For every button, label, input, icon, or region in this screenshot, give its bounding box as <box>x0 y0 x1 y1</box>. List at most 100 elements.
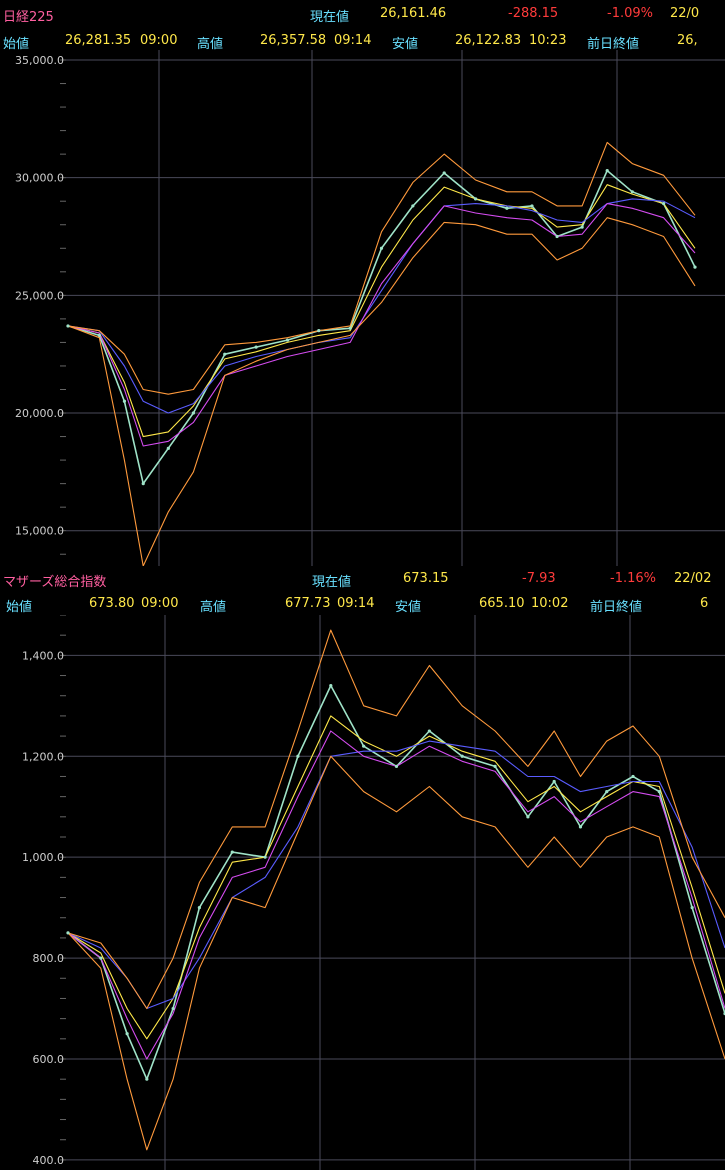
price-point <box>657 789 661 794</box>
nikkei-current-label: 現在値 <box>310 10 350 24</box>
mothers-low-time: 10:02 <box>531 596 569 611</box>
price-point <box>630 190 634 194</box>
price-point <box>631 774 635 779</box>
mothers-open-value: 673.80 <box>89 596 135 611</box>
series-line <box>67 715 725 1040</box>
price-point <box>171 1006 175 1011</box>
price-point <box>125 1032 129 1036</box>
price-point <box>693 265 697 269</box>
price-point <box>348 326 352 330</box>
mothers-prev-label: 前日終値 <box>590 600 643 614</box>
price-point <box>552 779 556 784</box>
price-point <box>230 850 234 854</box>
mothers-current-label: 現在値 <box>312 575 352 589</box>
series-line <box>67 740 725 1010</box>
mothers-change-pct: -1.16% <box>610 571 656 586</box>
price-point <box>141 482 145 486</box>
y-tick-label: 1,400.0 <box>22 649 64 662</box>
price-point <box>493 764 497 768</box>
price-point <box>197 906 201 910</box>
nikkei-chart: 15,000.0 20,000.0 25,000.0 30,000.0 35,000.0 <box>15 50 725 566</box>
price-point <box>555 234 559 239</box>
mothers-low-value: 665.10 <box>479 596 525 611</box>
mothers-header-row2: 始値 673.80 09:00 高値 677.73 09:14 安値 665.1… <box>0 594 725 614</box>
price-point <box>166 446 170 450</box>
price-point <box>223 352 227 356</box>
y-tick-label: 800.0 <box>33 952 65 965</box>
nikkei-prev-value: 26, <box>677 33 698 48</box>
price-point <box>285 338 290 342</box>
series-line <box>67 169 696 485</box>
nikkei-low-value: 26,122.83 <box>455 33 522 48</box>
y-tick-label: 400.0 <box>33 1154 65 1167</box>
y-tick-label: 1,200.0 <box>22 750 64 763</box>
price-point <box>97 333 101 337</box>
series-line <box>67 184 696 438</box>
price-point <box>379 246 384 250</box>
nikkei-high-label: 高値 <box>197 37 224 51</box>
nikkei-open-value: 26,281.35 <box>65 33 132 48</box>
y-tick-label: 35,000.0 <box>15 54 64 67</box>
mothers-high-value: 677.73 <box>285 596 331 611</box>
price-point <box>66 931 70 935</box>
y-tick-label: 1,000.0 <box>22 851 64 864</box>
mothers-header-row1: マザーズ総合指数 現在値 673.15 -7.93 -1.16% 22/02 <box>0 569 725 589</box>
price-point <box>329 684 333 688</box>
mothers-prev-value: 6 <box>700 596 709 611</box>
nikkei-high-value: 26,357.58 <box>260 33 327 48</box>
mothers-low-label: 安値 <box>395 600 422 614</box>
nikkei-title: 日経225 <box>3 10 54 24</box>
price-point <box>580 225 584 229</box>
price-point <box>662 201 666 206</box>
price-point <box>460 754 464 758</box>
price-point <box>505 206 509 210</box>
price-point <box>578 825 583 829</box>
price-point <box>191 411 195 415</box>
series-line <box>67 217 696 566</box>
nikkei-current-value: 26,161.46 <box>380 6 447 21</box>
mothers-high-label: 高値 <box>200 600 227 614</box>
price-point <box>605 169 609 173</box>
nikkei-date: 22/0 <box>670 6 700 21</box>
mothers-date: 22/02 <box>674 571 712 586</box>
y-tick-label: 25,000.0 <box>15 289 64 302</box>
mothers-open-time: 09:00 <box>141 596 179 611</box>
nikkei-high-time: 09:14 <box>334 33 372 48</box>
price-point <box>530 204 534 208</box>
nikkei-open-label: 始値 <box>3 37 30 51</box>
series-line <box>67 684 725 1081</box>
nikkei-change: -288.15 <box>508 6 559 21</box>
price-point <box>394 764 399 768</box>
mothers-open-label: 始値 <box>6 600 33 614</box>
y-tick-label: 20,000.0 <box>15 407 64 420</box>
price-point <box>411 204 415 208</box>
price-point <box>442 171 446 175</box>
price-point <box>296 754 300 758</box>
y-tick-label: 600.0 <box>33 1053 65 1066</box>
price-point <box>690 906 694 910</box>
mothers-chart: 400.0 600.0 800.0 1,000.0 1,200.0 1,400.0 <box>22 615 725 1170</box>
series-line <box>67 629 725 1010</box>
price-point <box>362 744 366 748</box>
price-point <box>473 197 478 201</box>
nikkei-low-label: 安値 <box>392 37 419 51</box>
mothers-change: -7.93 <box>522 571 556 586</box>
price-point <box>427 729 431 733</box>
price-point <box>254 345 258 349</box>
mothers-title: マザーズ総合指数 <box>3 575 107 589</box>
price-point <box>605 789 609 794</box>
price-point <box>122 399 127 403</box>
price-point <box>263 855 267 859</box>
price-point <box>145 1077 149 1081</box>
y-tick-label: 30,000.0 <box>15 172 64 185</box>
price-point <box>526 815 530 819</box>
nikkei-change-pct: -1.09% <box>607 6 653 21</box>
price-point <box>317 329 321 333</box>
nikkei-prev-label: 前日終値 <box>587 37 640 51</box>
nikkei-open-time: 09:00 <box>140 33 178 48</box>
price-point <box>99 956 103 960</box>
nikkei-header-row2: 始値 26,281.35 09:00 高値 26,357.58 09:14 安値… <box>0 31 725 51</box>
price-point <box>66 324 70 328</box>
mothers-current-value: 673.15 <box>403 571 449 586</box>
mothers-high-time: 09:14 <box>337 596 375 611</box>
